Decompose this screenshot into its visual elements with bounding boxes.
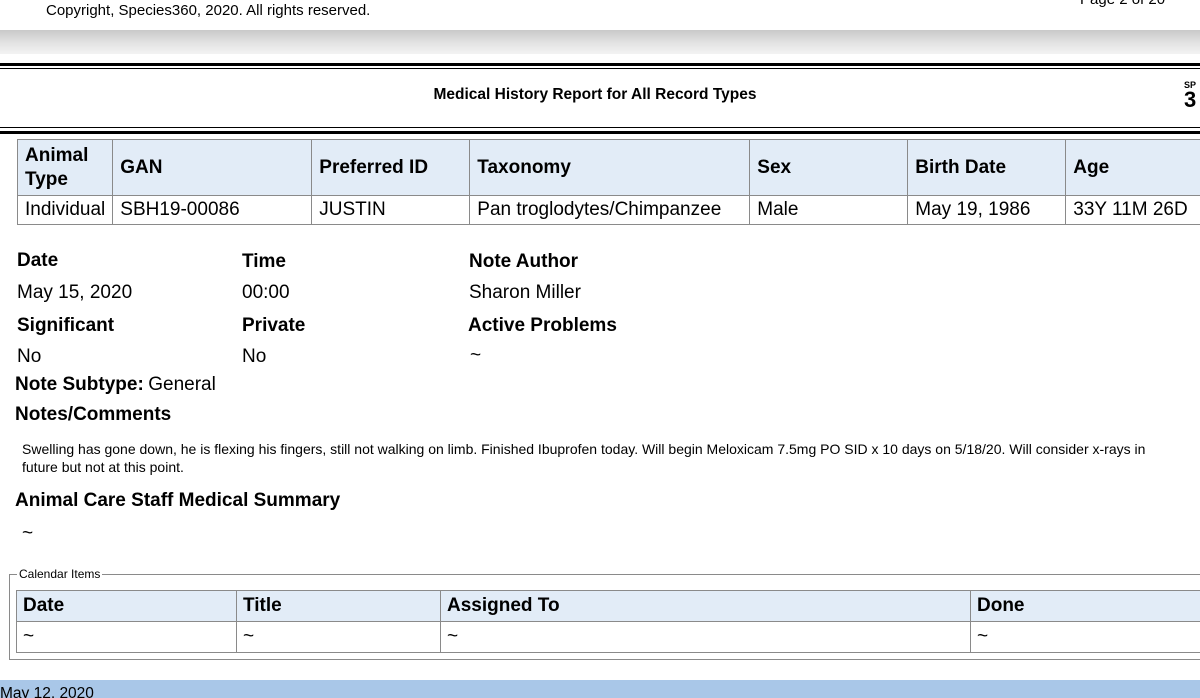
significant-value: No: [17, 346, 42, 367]
column-header: Preferred ID: [311, 139, 471, 196]
medical-summary-label: Animal Care Staff Medical Summary: [15, 490, 341, 511]
note-subtype: Note Subtype: General: [15, 374, 216, 396]
animal-type-cell: Individual: [16, 195, 114, 225]
age-cell: 33Y 11M 26D: [1065, 195, 1200, 225]
gan-cell: SBH19-00086: [112, 195, 313, 225]
logo-text-bottom: 3: [1184, 87, 1197, 112]
report-title: Medical History Report for All Record Ty…: [433, 86, 757, 103]
calendar-done-cell: ~: [970, 621, 1200, 653]
table-header-row: Animal Type GAN Preferred ID Taxonomy Se…: [16, 139, 1200, 196]
private-value: No: [242, 346, 267, 367]
time-label: Time: [242, 251, 287, 272]
calendar-date-cell: ~: [16, 621, 237, 653]
next-record-date: May 12, 2020: [0, 685, 94, 698]
next-record-bar: [0, 680, 1200, 698]
note-subtype-label: Note Subtype:: [15, 374, 144, 395]
column-header: Animal Type: [16, 139, 114, 196]
species360-logo: SP 3: [1184, 80, 1200, 114]
column-header: Assigned To: [440, 590, 971, 622]
active-problems-value: ~: [470, 345, 482, 366]
animal-info-table: Animal Type GAN Preferred ID Taxonomy Se…: [16, 139, 1200, 225]
header-rule: [0, 63, 1200, 66]
page-separator-band: [0, 30, 1200, 54]
column-header: Done: [970, 590, 1200, 622]
preferred-id-cell: JUSTIN: [311, 195, 471, 225]
sex-cell: Male: [749, 195, 909, 225]
calendar-assigned-cell: ~: [440, 621, 971, 653]
date-value: May 15, 2020: [17, 282, 133, 303]
medical-summary-value: ~: [22, 523, 34, 544]
calendar-items-table: Date Title Assigned To Done ~ ~ ~ ~: [16, 590, 1200, 653]
active-problems-label: Active Problems: [468, 315, 617, 336]
note-subtype-value: General: [148, 374, 216, 395]
column-header: Title: [236, 590, 441, 622]
column-header: Birth Date: [907, 139, 1067, 196]
date-label: Date: [17, 250, 59, 271]
time-value: 00:00: [242, 282, 290, 303]
table-row: ~ ~ ~ ~: [16, 621, 1200, 653]
note-author-label: Note Author: [469, 251, 579, 272]
significant-label: Significant: [17, 315, 115, 336]
column-header: Taxonomy: [469, 139, 751, 196]
birth-date-cell: May 19, 1986: [907, 195, 1067, 225]
note-author-value: Sharon Miller: [469, 282, 581, 303]
notes-comments-text: Swelling has gone down, he is flexing hi…: [22, 441, 1146, 475]
table-header-row: Date Title Assigned To Done: [16, 590, 1200, 622]
header-rule: [0, 68, 1200, 69]
private-label: Private: [242, 315, 306, 336]
column-header: Age: [1065, 139, 1200, 196]
header-rule: [0, 131, 1200, 134]
calendar-items-legend: Calendar Items: [17, 567, 103, 581]
column-header: Date: [16, 590, 237, 622]
page-number: Page 2 of 20: [1080, 0, 1165, 8]
column-header: Sex: [749, 139, 909, 196]
header-rule: [0, 127, 1200, 128]
copyright-text: Copyright, Species360, 2020. All rights …: [46, 2, 371, 19]
notes-comments-label: Notes/Comments: [15, 404, 172, 425]
taxonomy-cell: Pan troglodytes/Chimpanzee: [469, 195, 751, 225]
table-row: Individual SBH19-00086 JUSTIN Pan troglo…: [16, 195, 1200, 225]
calendar-title-cell: ~: [236, 621, 441, 653]
column-header: GAN: [112, 139, 313, 196]
